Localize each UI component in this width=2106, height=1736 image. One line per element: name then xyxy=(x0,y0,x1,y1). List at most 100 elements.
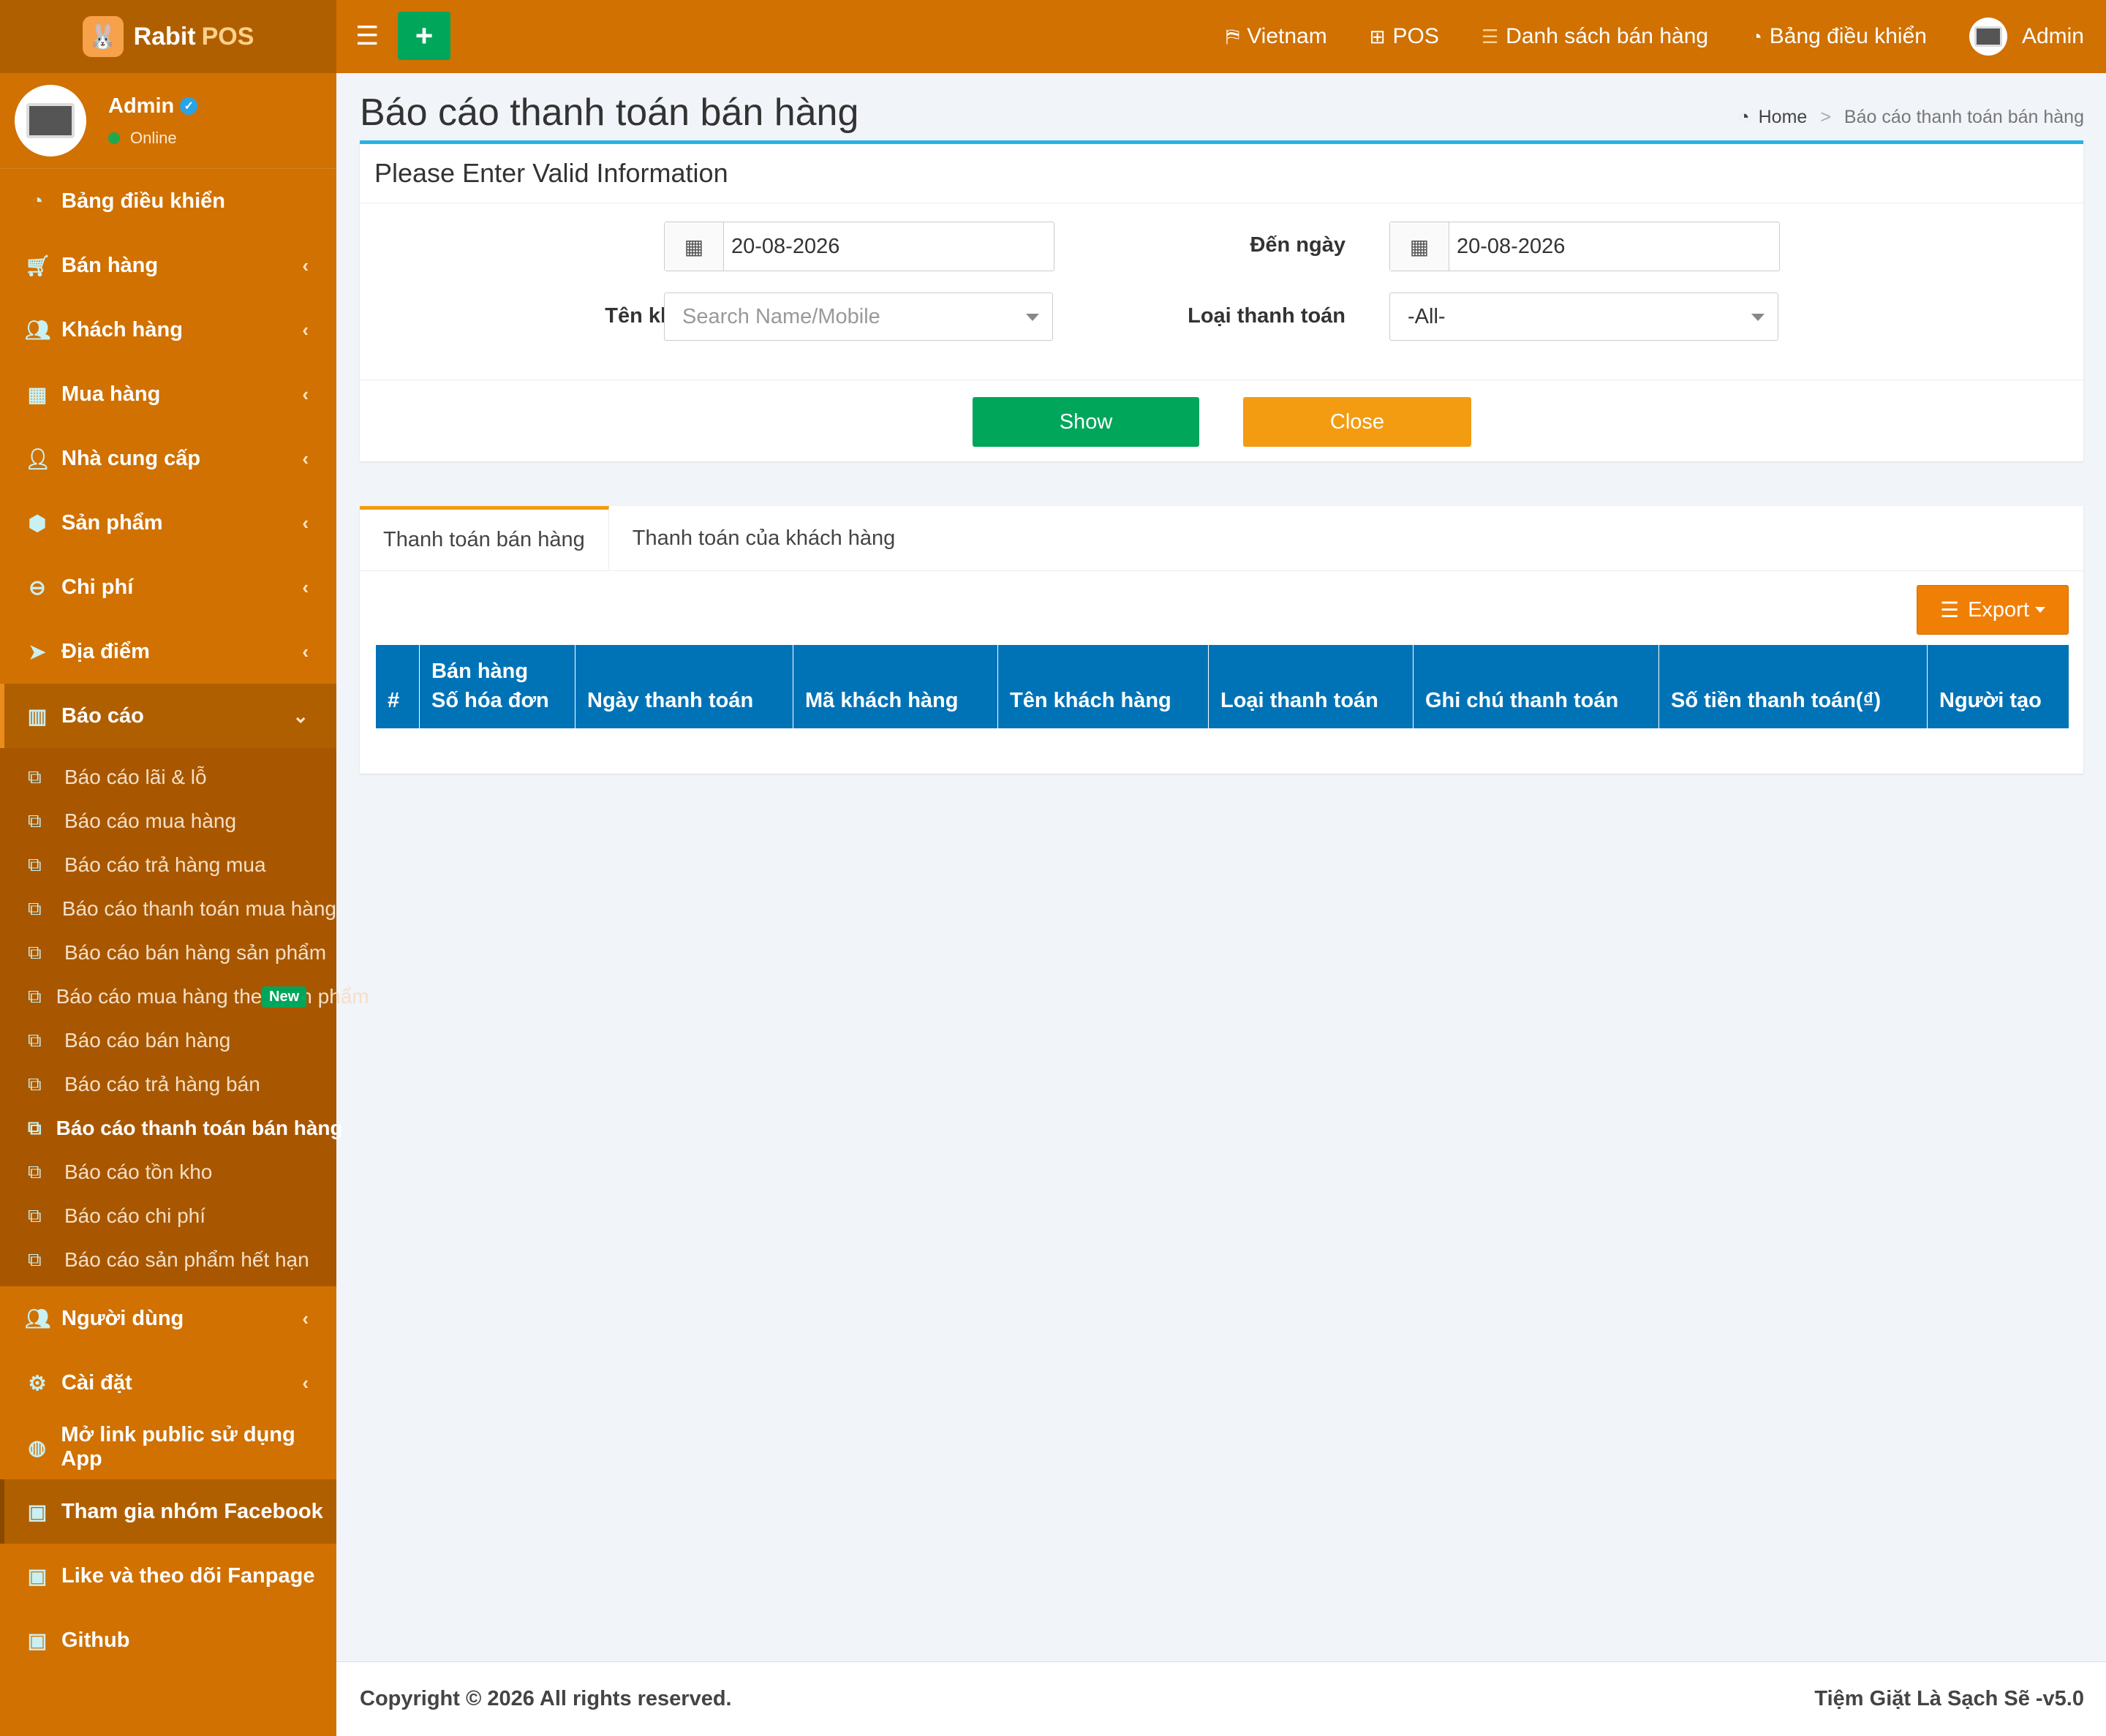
copy-icon: ⧉ xyxy=(28,1029,42,1051)
show-button[interactable]: Show xyxy=(973,397,1199,447)
sidebar-item-customers[interactable]: 👥︎ Khách hàng ‹ xyxy=(0,298,336,362)
sidebar-item-github[interactable]: ▣ Github xyxy=(0,1608,336,1672)
to-date-value: 20-08-2026 xyxy=(1457,234,1566,258)
chevron-left-icon: ‹ xyxy=(302,1307,309,1329)
sidebar-item-label: Khách hàng xyxy=(61,317,183,341)
language-link[interactable]: ⛿ Vietnam xyxy=(1226,24,1326,49)
report-purchases-by-product[interactable]: ⧉ Báo cáo mua hàng theo sản phẩm New xyxy=(0,975,369,1019)
globe-icon: ◍ xyxy=(28,1435,46,1459)
from-date-field[interactable]: ▦ 20-08-2026 xyxy=(664,222,1054,271)
close-button[interactable]: Close xyxy=(1243,397,1471,447)
sidebar-item-suppliers[interactable]: 👤︎ Nhà cung cấp ‹ xyxy=(0,426,336,491)
report-purchase-payments[interactable]: ⧉ Báo cáo thanh toán mua hàng xyxy=(0,887,336,931)
sidebar-item-users[interactable]: 👥︎ Người dùng ‹ xyxy=(0,1286,336,1351)
bar-chart-icon: ▥ xyxy=(27,704,48,728)
payment-type-value: -All- xyxy=(1408,304,1446,328)
grid-icon: ▦ xyxy=(27,382,48,406)
online-dot-icon xyxy=(108,132,120,144)
sidebar-item-public-link[interactable]: ◍ Mở link public sử dụng App xyxy=(0,1415,336,1479)
new-badge: New xyxy=(262,986,307,1008)
report-profit-loss[interactable]: ⧉ Báo cáo lãi & lỗ xyxy=(0,755,336,799)
sidebar-item-label: Mua hàng xyxy=(61,382,161,406)
sidebar-item-label: Bảng điều khiển xyxy=(61,189,225,213)
column-header[interactable]: Mã khách hàng xyxy=(793,645,998,728)
add-button[interactable]: + xyxy=(398,12,450,60)
page-title: Báo cáo thanh toán bán hàng xyxy=(360,91,859,134)
sidebar-item-label: Sản phẩm xyxy=(61,510,163,535)
sidebar-item-fanpage[interactable]: ▣ Like và theo dõi Fanpage xyxy=(0,1544,336,1608)
plus-square-icon: ⊞ xyxy=(1369,25,1386,48)
sidebar-item-label: Nhà cung cấp xyxy=(61,446,201,470)
report-sales-payments[interactable]: ⧉ Báo cáo thanh toán bán hàng xyxy=(0,1106,343,1150)
breadcrumb-separator: > xyxy=(1820,107,1831,127)
export-button[interactable]: ☰ Export xyxy=(1917,585,2069,635)
report-expenses[interactable]: ⧉ Báo cáo chi phí xyxy=(0,1194,336,1238)
column-header[interactable]: Ghi chú thanh toán xyxy=(1414,645,1659,728)
report-purchases[interactable]: ⧉ Báo cáo mua hàng xyxy=(0,799,336,843)
brand-name: Rabit xyxy=(133,22,196,50)
column-header[interactable]: Ngày thanh toán xyxy=(575,645,793,728)
minus-circle-icon: ⊖ xyxy=(29,575,46,599)
breadcrumb-home[interactable]: Home xyxy=(1759,107,1808,128)
breadcrumb: ◔ Home > Báo cáo thanh toán bán hàng xyxy=(1739,107,2084,128)
payment-type-select[interactable]: -All- xyxy=(1389,293,1778,341)
report-sales[interactable]: ⧉ Báo cáo bán hàng xyxy=(0,1019,336,1063)
dashboard-icon: ◔ xyxy=(1751,25,1762,48)
pos-link[interactable]: ⊞ POS xyxy=(1370,24,1439,49)
verified-icon: ✓ xyxy=(180,97,198,115)
chevron-left-icon: ‹ xyxy=(302,382,309,405)
filter-card: Please Enter Valid Information Từ ngày ▦… xyxy=(360,140,2083,461)
report-stock[interactable]: ⧉ Báo cáo tồn kho xyxy=(0,1150,336,1194)
sidebar-item-label: Chi phí xyxy=(61,575,134,599)
chevron-left-icon: ‹ xyxy=(302,254,309,276)
sidebar-item-purchases[interactable]: ▦ Mua hàng ‹ xyxy=(0,362,336,426)
tab-customer-payments[interactable]: Thanh toán của khách hàng xyxy=(609,506,919,570)
logo[interactable]: 🐰 Rabit POS xyxy=(0,0,336,73)
column-header[interactable]: Người tạo xyxy=(1928,645,2069,728)
to-date-field[interactable]: ▦ 20-08-2026 xyxy=(1389,222,1780,271)
admin-menu[interactable]: Admin xyxy=(1969,18,2084,56)
copy-icon: ⧉ xyxy=(28,897,42,919)
list-icon: ☰ xyxy=(1481,25,1499,48)
tab-sales-payments[interactable]: Thanh toán bán hàng xyxy=(360,506,609,570)
cubes-icon: ⬢ xyxy=(28,511,47,535)
column-header[interactable]: Loại thanh toán xyxy=(1209,645,1414,728)
results-card: Thanh toán bán hàng Thanh toán của khách… xyxy=(360,506,2083,774)
chevron-left-icon: ‹ xyxy=(302,447,309,469)
sidebar-item-expenses[interactable]: ⊖ Chi phí ‹ xyxy=(0,555,336,619)
language-icon: ⛿ xyxy=(1226,25,1240,47)
column-header[interactable]: Tên khách hàng xyxy=(998,645,1209,728)
report-purchase-returns[interactable]: ⧉ Báo cáo trả hàng mua xyxy=(0,843,336,887)
report-product-sales[interactable]: ⧉ Báo cáo bán hàng sản phẩm xyxy=(0,931,336,975)
dashboard-link[interactable]: ◔ Bảng điều khiển xyxy=(1751,24,1927,49)
sidebar-item-dashboard[interactable]: ◔ Bảng điều khiển xyxy=(0,169,336,233)
sidebar-menu: ◔ Bảng điều khiển 🛒︎ Bán hàng ‹ 👥︎ Khách hàn… xyxy=(0,169,336,748)
sidebar-item-reports[interactable]: ▥ Báo cáo ⌄ xyxy=(0,684,336,748)
copy-icon: ⧉ xyxy=(28,985,42,1007)
brand-suffix: POS xyxy=(201,22,254,50)
hamburger-icon[interactable]: ☰ xyxy=(355,20,379,51)
column-header[interactable]: Số tiền thanh toán(₫) xyxy=(1659,645,1928,728)
customer-select[interactable]: Search Name/Mobile xyxy=(664,293,1053,341)
sidebar-item-settings[interactable]: ⚙ Cài đặt ‹ xyxy=(0,1351,336,1415)
report-expired-products[interactable]: ⧉ Báo cáo sản phẩm hết hạn xyxy=(0,1238,336,1282)
payment-type-label: Loại thanh toán xyxy=(1188,304,1346,328)
sidebar-item-label: Bán hàng xyxy=(61,253,159,277)
app-version: Tiệm Giặt Là Sạch Sẽ -v5.0 xyxy=(1814,1687,2084,1710)
sidebar-item-locations[interactable]: ➤ Địa điểm ‹ xyxy=(0,619,336,684)
table-header: # Bán hàng Số hóa đơn Ngày thanh toán Mã … xyxy=(376,645,2069,728)
column-header[interactable]: Bán hàng Số hóa đơn xyxy=(420,645,575,728)
sidebar-item-facebook-group[interactable]: ▣ Tham gia nhóm Facebook xyxy=(0,1479,336,1544)
report-sales-returns[interactable]: ⧉ Báo cáo trả hàng bán xyxy=(0,1063,336,1106)
breadcrumb-current: Báo cáo thanh toán bán hàng xyxy=(1843,107,2084,127)
column-header[interactable]: # xyxy=(376,645,420,728)
user-name: Admin xyxy=(108,94,175,118)
bars-icon: ☰ xyxy=(1940,598,1960,622)
sidebar-item-sales[interactable]: 🛒︎ Bán hàng ‹ xyxy=(0,233,336,298)
sales-list-link[interactable]: ☰ Danh sách bán hàng xyxy=(1482,24,1708,49)
dashboard-icon: ◔ xyxy=(1738,107,1750,127)
copy-icon: ⧉ xyxy=(28,1248,42,1270)
copy-icon: ⧉ xyxy=(28,1204,42,1226)
user-plus-icon: 👤︎ xyxy=(25,447,51,470)
sidebar-item-products[interactable]: ⬢ Sản phẩm ‹ xyxy=(0,491,336,555)
